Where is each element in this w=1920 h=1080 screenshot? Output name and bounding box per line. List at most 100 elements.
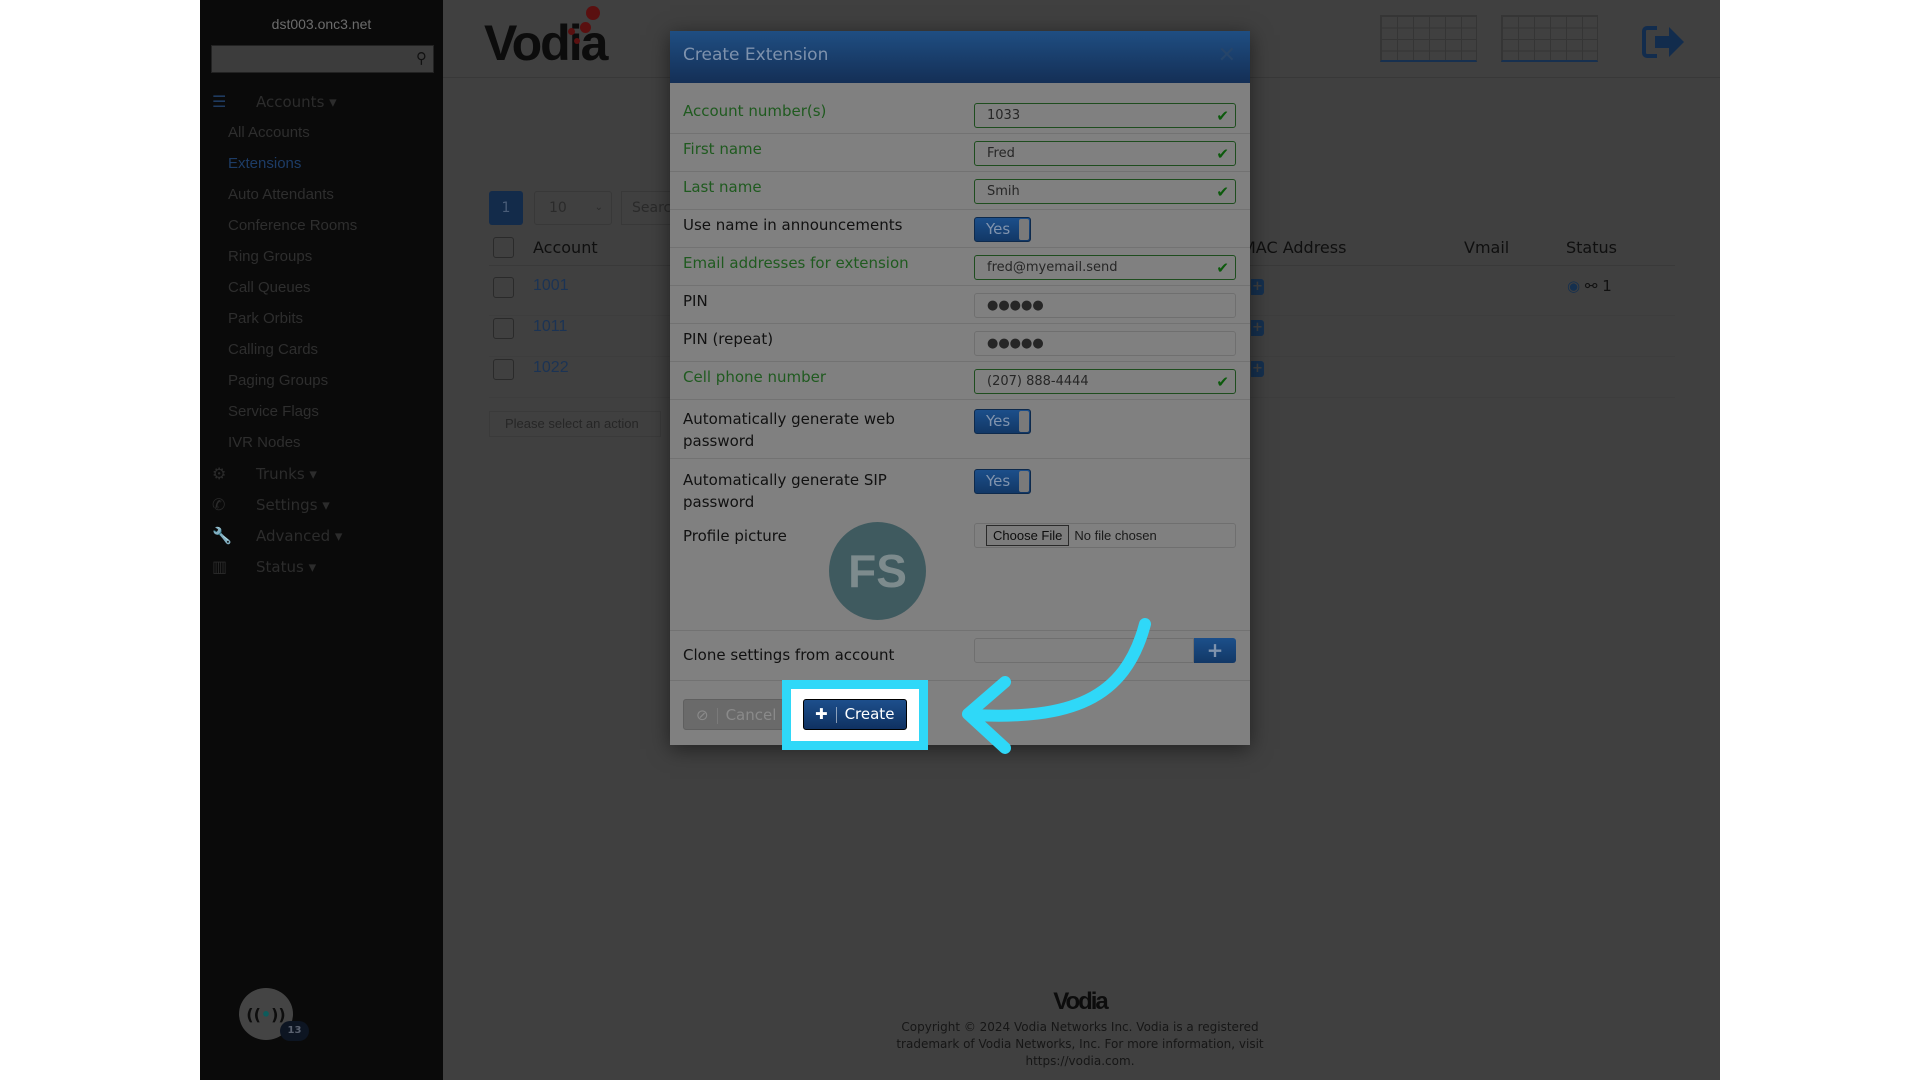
page-1-button[interactable]: 1 xyxy=(489,191,523,225)
sip-password-label: Automatically generate SIP password xyxy=(683,471,887,511)
form-row-cell: Cell phone number (207) 888-4444 ✔ xyxy=(670,362,1250,400)
sidebar: dst003.onc3.net ⚲ ☰ Accounts ▾ All Accoun… xyxy=(200,0,443,1080)
grid-icon[interactable] xyxy=(1501,15,1598,62)
wrench-icon: 🔧 xyxy=(212,526,232,545)
sidebar-item-extensions[interactable]: Extensions xyxy=(228,155,301,172)
announce-label: Use name in announcements xyxy=(683,216,903,234)
bar-chart-icon: ▥ xyxy=(212,557,228,576)
first-input[interactable]: Fred ✔ xyxy=(974,141,1236,166)
check-icon: ✔ xyxy=(1216,107,1229,125)
col-mac[interactable]: MAC Address xyxy=(1242,238,1346,257)
announce-toggle[interactable]: Yes xyxy=(974,217,1031,242)
account-link[interactable]: 1022 xyxy=(533,359,569,377)
cell-input[interactable]: (207) 888-4444 ✔ xyxy=(974,369,1236,394)
annotation-arrow xyxy=(962,618,1151,754)
close-icon[interactable]: ✕ xyxy=(1218,43,1236,68)
web-password-toggle[interactable]: Yes xyxy=(974,409,1031,434)
check-icon: ✔ xyxy=(1216,183,1229,201)
pin2-label: PIN (repeat) xyxy=(683,330,774,348)
sidebar-section-settings[interactable]: ✆ Settings ▾ xyxy=(212,495,330,514)
account-link[interactable]: 1011 xyxy=(533,318,567,336)
check-icon: ✔ xyxy=(1216,373,1229,391)
registration-icon: ◉ xyxy=(1567,277,1581,295)
notification-count: 13 xyxy=(280,1021,309,1041)
sidebar-search-input[interactable]: ⚲ xyxy=(211,45,434,73)
form-row-last: Last name Smih ✔ xyxy=(670,172,1250,210)
sidebar-section-status[interactable]: ▥ Status ▾ xyxy=(212,557,316,576)
form-row-pin2: PIN (repeat) ●●●●● xyxy=(670,324,1250,362)
ban-icon: ⊘ xyxy=(696,706,709,724)
row-checkbox[interactable] xyxy=(493,318,514,339)
gears-icon: ⚙ xyxy=(212,464,227,483)
copyright-text: trademark of Vodia Networks, Inc. For mo… xyxy=(896,1037,1264,1051)
account-label: Account number(s) xyxy=(683,102,827,120)
sidebar-item-auto-attendants[interactable]: Auto Attendants xyxy=(228,186,334,203)
email-input[interactable]: fred@myemail.send ✔ xyxy=(974,255,1236,280)
col-vmail[interactable]: Vmail xyxy=(1464,238,1509,257)
host-name: dst003.onc3.net xyxy=(271,16,372,32)
pin-input[interactable]: ●●●●● xyxy=(974,293,1236,318)
copyright-text: Copyright © 2024 Vodia Networks Inc. Vod… xyxy=(901,1020,1259,1034)
create-button[interactable]: ✚ Create xyxy=(803,699,907,730)
vodia-link[interactable]: https://vodia.com. xyxy=(880,1054,1280,1068)
list-icon: ☰ xyxy=(212,92,227,111)
form-row-first: First name Fred ✔ xyxy=(670,134,1250,172)
select-all-checkbox[interactable] xyxy=(493,237,514,258)
clone-label: Clone settings from account xyxy=(683,646,895,664)
check-icon: ✔ xyxy=(1216,145,1229,163)
pin-label: PIN xyxy=(683,292,708,310)
last-label: Last name xyxy=(683,178,762,196)
broadcast-icon: ((•)) xyxy=(246,1004,286,1024)
add-mac-button[interactable]: + xyxy=(1251,279,1264,295)
last-input[interactable]: Smih ✔ xyxy=(974,179,1236,204)
phone-icon: ✆ xyxy=(212,495,226,514)
plus-icon: ✚ xyxy=(815,705,828,723)
profile-picture-label: Profile picture xyxy=(683,527,787,545)
sidebar-item-calling-cards[interactable]: Calling Cards xyxy=(228,341,318,358)
sidebar-section-trunks[interactable]: ⚙ Trunks ▾ xyxy=(212,464,317,483)
grid-icon[interactable] xyxy=(1380,15,1477,62)
footer-logo: Vodia xyxy=(1053,988,1109,1015)
sidebar-item-all-accounts[interactable]: All Accounts xyxy=(228,124,310,141)
sidebar-item-ivr-nodes[interactable]: IVR Nodes xyxy=(228,434,301,451)
sidebar-item-service-flags[interactable]: Service Flags xyxy=(228,403,319,420)
form-row-announce: Use name in announcements Yes xyxy=(670,210,1250,248)
first-label: First name xyxy=(683,140,762,158)
sidebar-item-ring-groups[interactable]: Ring Groups xyxy=(228,248,312,265)
dialog-title: Create Extension xyxy=(670,31,1250,83)
account-link[interactable]: 1001 xyxy=(533,277,569,295)
sidebar-section-accounts[interactable]: ☰ Accounts ▾ xyxy=(212,92,337,111)
clone-add-button[interactable]: + xyxy=(1194,638,1236,663)
email-label: Email addresses for extension xyxy=(683,254,909,272)
sidebar-item-conference-rooms[interactable]: Conference Rooms xyxy=(228,217,357,234)
logout-icon[interactable] xyxy=(1641,24,1685,60)
row-checkbox[interactable] xyxy=(493,277,514,298)
page-size-select[interactable]: 10 ⌄ xyxy=(534,191,612,225)
account-input[interactable]: 1033 ✔ xyxy=(974,103,1236,128)
row-checkbox[interactable] xyxy=(493,359,514,380)
action-select[interactable]: Please select an action xyxy=(489,411,661,437)
chevron-down-icon: ⌄ xyxy=(594,202,603,213)
profile-picture-input[interactable]: Choose File No file chosen xyxy=(974,523,1236,548)
avatar: FS xyxy=(829,522,926,620)
form-row-email: Email addresses for extension fred@myemai… xyxy=(670,248,1250,286)
sidebar-section-advanced[interactable]: 🔧 Advanced ▾ xyxy=(212,526,342,545)
web-password-label: Automatically generate web password xyxy=(683,410,895,450)
add-mac-button[interactable]: + xyxy=(1251,320,1264,336)
plus-icon: + xyxy=(1206,638,1224,662)
sip-password-toggle[interactable]: Yes xyxy=(974,469,1031,494)
pin2-input[interactable]: ●●●●● xyxy=(974,331,1236,356)
sidebar-item-paging-groups[interactable]: Paging Groups xyxy=(228,372,328,389)
link-icon: ⚯ xyxy=(1584,277,1598,295)
choose-file-button[interactable]: Choose File xyxy=(986,525,1070,546)
form-row-account: Account number(s) 1033 ✔ xyxy=(670,96,1250,134)
col-status[interactable]: Status xyxy=(1566,238,1617,257)
cancel-button[interactable]: ⊘ Cancel xyxy=(683,699,784,730)
status-cell: ◉ ⚯ 1 xyxy=(1567,277,1612,295)
add-mac-button[interactable]: + xyxy=(1251,361,1264,377)
search-icon[interactable]: ⚲ xyxy=(416,49,427,67)
col-account[interactable]: Account xyxy=(533,238,598,257)
sidebar-item-park-orbits[interactable]: Park Orbits xyxy=(228,310,303,327)
sidebar-item-call-queues[interactable]: Call Queues xyxy=(228,279,311,296)
check-icon: ✔ xyxy=(1216,259,1229,277)
